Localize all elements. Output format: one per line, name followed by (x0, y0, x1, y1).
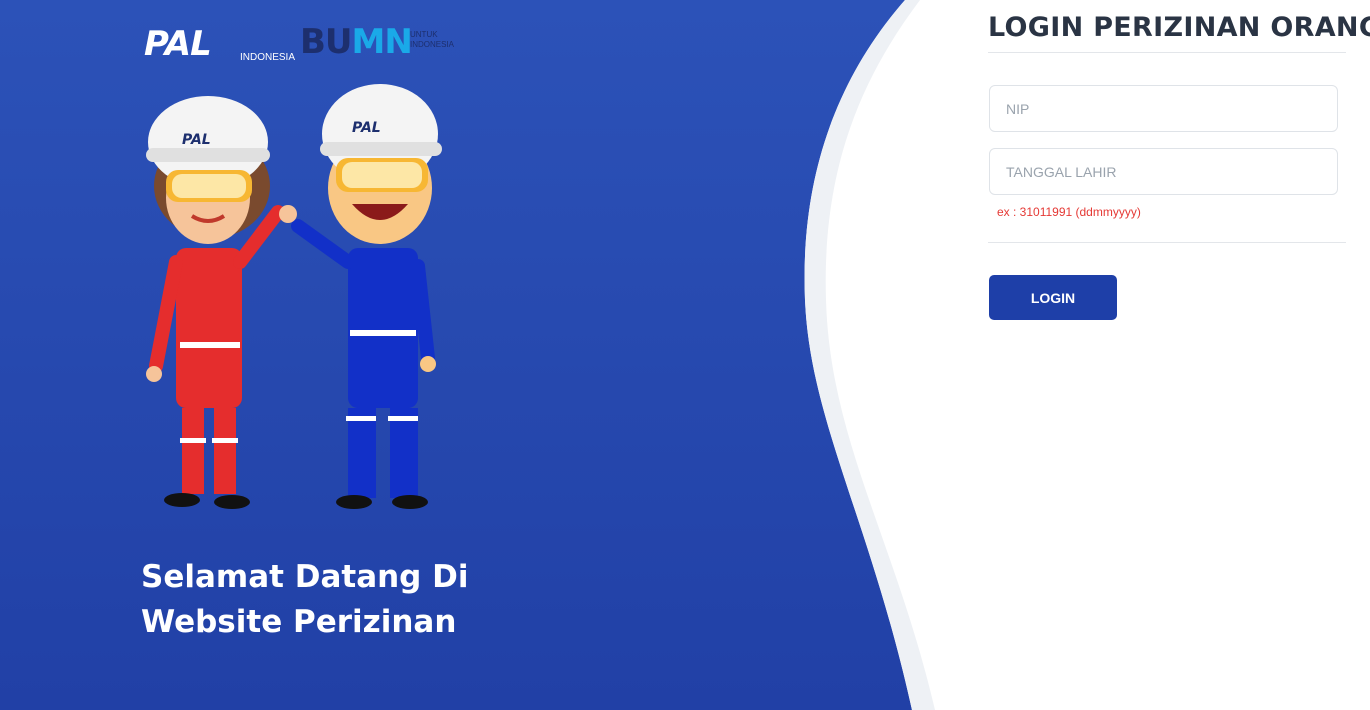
pal-logo-text: PAL (144, 24, 212, 64)
nip-input[interactable] (989, 85, 1338, 132)
form-divider (988, 242, 1346, 243)
welcome-line-2: Website Perizinan (141, 604, 457, 640)
title-divider (988, 52, 1346, 53)
birthdate-format-hint: ex : 31011991 (ddmmyyyy) (997, 205, 1141, 219)
bumn-logo: BUMN UNTUK INDONESIA (300, 22, 472, 66)
birthdate-input[interactable] (989, 148, 1338, 195)
logo-bar: PAL INDONESIA BUMN UNTUK INDONESIA (142, 22, 472, 66)
pal-logo-subtext: INDONESIA (240, 52, 296, 63)
female-worker-figure (146, 96, 285, 509)
male-worker-figure (279, 84, 442, 509)
pal-indonesia-logo: PAL INDONESIA (142, 22, 302, 66)
welcome-heading: Selamat Datang Di Website Perizinan (141, 555, 561, 645)
helmet-logo-right: PAL (352, 120, 381, 136)
helmet-logo-left: PAL (182, 132, 211, 148)
bumn-logo-text-a: BU (300, 22, 353, 62)
login-button[interactable]: LOGIN (989, 275, 1117, 320)
workers-illustration: PAL PAL (146, 84, 442, 509)
welcome-line-1: Selamat Datang Di (141, 559, 469, 595)
bumn-logo-text-b: MN (351, 22, 413, 62)
bumn-logo-subtext: UNTUK INDONESIA (410, 30, 455, 49)
login-title: LOGIN PERIZINAN ORANG (988, 12, 1370, 43)
